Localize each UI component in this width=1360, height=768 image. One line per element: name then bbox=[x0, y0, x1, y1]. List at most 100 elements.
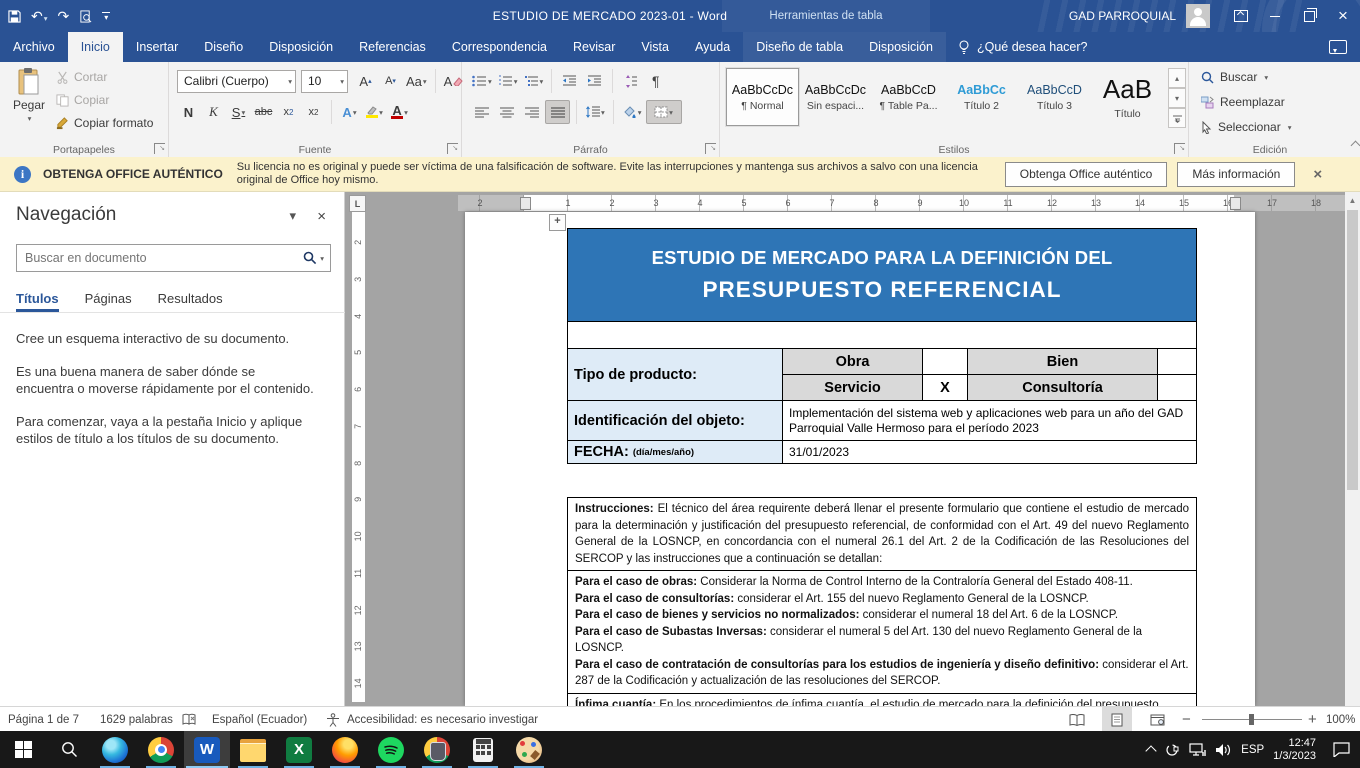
tab-referencias[interactable]: Referencias bbox=[346, 32, 439, 62]
cut-button[interactable]: Cortar bbox=[56, 70, 107, 84]
style-titulo[interactable]: AaBTítulo bbox=[1091, 68, 1164, 126]
taskbar-paint[interactable] bbox=[506, 731, 552, 768]
pane-options-chevron-icon[interactable]: ▾ bbox=[289, 208, 296, 224]
grow-font-button[interactable]: A▴ bbox=[354, 70, 377, 92]
accessibility-icon[interactable] bbox=[326, 707, 340, 732]
zoom-in-button[interactable]: + bbox=[1308, 707, 1317, 732]
fecha-value-cell[interactable]: 31/01/2023 bbox=[782, 440, 1197, 464]
styles-more-button[interactable] bbox=[1168, 108, 1186, 128]
proofing-icon[interactable] bbox=[182, 707, 197, 732]
style-titulo-2[interactable]: AaBbCcTítulo 2 bbox=[945, 68, 1018, 126]
taskbar-search-button[interactable] bbox=[46, 731, 92, 768]
decrease-indent-button[interactable] bbox=[558, 70, 581, 92]
tab-revisar[interactable]: Revisar bbox=[560, 32, 628, 62]
line-spacing-button[interactable]: ▾ bbox=[583, 101, 607, 123]
tab-disposicion-tabla[interactable]: Disposición bbox=[856, 32, 946, 62]
underline-button[interactable]: S▾ bbox=[227, 101, 250, 123]
language-indicator[interactable]: Español (Ecuador) bbox=[212, 707, 307, 732]
tab-correspondencia[interactable]: Correspondencia bbox=[439, 32, 560, 62]
undo-icon[interactable]: ↶▾ bbox=[31, 8, 48, 25]
tab-archivo[interactable]: Archivo bbox=[0, 32, 68, 62]
zoom-slider-thumb[interactable] bbox=[1249, 714, 1254, 725]
tab-insertar[interactable]: Insertar bbox=[123, 32, 191, 62]
minimize-button[interactable] bbox=[1258, 0, 1292, 32]
nav-tab-paginas[interactable]: Páginas bbox=[85, 284, 132, 312]
scrollbar-thumb[interactable] bbox=[1347, 210, 1358, 490]
style-table-paragraph[interactable]: AaBbCcD¶ Table Pa... bbox=[872, 68, 945, 126]
font-dialog-launcher[interactable]: ↘ bbox=[447, 143, 458, 154]
page-indicator[interactable]: Página 1 de 7 bbox=[8, 707, 79, 732]
search-options-chevron-icon[interactable]: ▾ bbox=[320, 254, 324, 263]
increase-indent-button[interactable] bbox=[583, 70, 606, 92]
tell-me-box[interactable]: ¿Qué desea hacer? bbox=[946, 32, 1100, 62]
borders-button[interactable]: ▾ bbox=[646, 100, 682, 124]
styles-scroll-up[interactable]: ▴ bbox=[1168, 68, 1186, 88]
get-genuine-office-button[interactable]: Obtenga Office auténtico bbox=[1005, 162, 1168, 187]
word-count[interactable]: 1629 palabras bbox=[100, 707, 173, 732]
document-search-box[interactable]: ▾ bbox=[16, 244, 331, 272]
multilevel-list-button[interactable]: ▾ bbox=[522, 70, 546, 92]
instructions-block[interactable]: Instrucciones: El técnico del área requi… bbox=[567, 497, 1197, 706]
ribbon-display-options-icon[interactable] bbox=[1224, 0, 1258, 32]
tab-stop-selector[interactable]: L bbox=[349, 195, 366, 212]
nav-tab-resultados[interactable]: Resultados bbox=[158, 284, 223, 312]
format-painter-button[interactable]: Copiar formato bbox=[56, 116, 153, 130]
taskbar-firefox[interactable] bbox=[322, 731, 368, 768]
shading-button[interactable]: ▾ bbox=[620, 101, 644, 123]
subscript-button[interactable]: x2 bbox=[277, 101, 300, 123]
tab-diseno[interactable]: Diseño bbox=[191, 32, 256, 62]
highlight-button[interactable]: ▾ bbox=[363, 101, 386, 123]
zoom-slider[interactable] bbox=[1194, 707, 1310, 732]
redo-icon[interactable]: ↷ bbox=[58, 8, 70, 25]
avatar[interactable] bbox=[1186, 4, 1210, 28]
customize-qat-icon[interactable]: ▾ bbox=[102, 12, 110, 20]
replace-button[interactable]: Reemplazar bbox=[1201, 95, 1285, 109]
shrink-font-button[interactable]: A▾ bbox=[379, 70, 402, 92]
objeto-value-cell[interactable]: Implementación del sistema web y aplicac… bbox=[782, 400, 1197, 441]
justify-button[interactable] bbox=[545, 100, 570, 124]
clipboard-dialog-launcher[interactable]: ↘ bbox=[154, 143, 165, 154]
comments-icon[interactable] bbox=[1316, 32, 1360, 62]
start-button[interactable] bbox=[0, 731, 46, 768]
align-right-button[interactable] bbox=[520, 101, 543, 123]
strikethrough-button[interactable]: abc bbox=[252, 101, 275, 123]
bold-button[interactable]: N bbox=[177, 101, 200, 123]
find-button[interactable]: Buscar▾ bbox=[1201, 70, 1268, 84]
tab-disposicion[interactable]: Disposición bbox=[256, 32, 346, 62]
styles-dialog-launcher[interactable]: ↘ bbox=[1174, 143, 1185, 154]
change-case-button[interactable]: Aa▾ bbox=[404, 70, 429, 92]
consultoria-check-cell[interactable] bbox=[1157, 374, 1197, 401]
horizontal-ruler[interactable]: 21123456789101112131415161718 bbox=[458, 195, 1348, 211]
font-size-combo[interactable]: 10▾ bbox=[301, 70, 348, 93]
collapse-ribbon-button[interactable] bbox=[1351, 62, 1360, 157]
tab-diseno-de-tabla[interactable]: Diseño de tabla bbox=[743, 32, 856, 62]
keyboard-language[interactable]: ESP bbox=[1241, 744, 1264, 756]
action-center-icon[interactable] bbox=[1333, 742, 1350, 757]
sort-button[interactable] bbox=[619, 70, 642, 92]
zoom-level[interactable]: 100% bbox=[1326, 707, 1355, 732]
italic-button[interactable]: K bbox=[202, 101, 225, 123]
bien-check-cell[interactable] bbox=[1157, 348, 1197, 375]
taskbar-edge[interactable] bbox=[92, 731, 138, 768]
tab-vista[interactable]: Vista bbox=[628, 32, 682, 62]
vertical-scrollbar[interactable]: ▲ bbox=[1345, 192, 1360, 706]
servicio-check-cell[interactable]: X bbox=[922, 374, 968, 401]
show-marks-button[interactable]: ¶ bbox=[644, 70, 667, 92]
account-name[interactable]: GAD PARROQUIAL bbox=[1069, 9, 1176, 23]
bullet-list-button[interactable]: ▾ bbox=[470, 70, 494, 92]
style-normal[interactable]: AaBbCcDc¶ Normal bbox=[726, 68, 799, 126]
network-tray-icon[interactable] bbox=[1189, 743, 1206, 757]
read-mode-button[interactable] bbox=[1062, 707, 1092, 732]
left-indent-marker[interactable] bbox=[520, 197, 531, 210]
save-icon[interactable] bbox=[8, 10, 21, 23]
superscript-button[interactable]: x2 bbox=[302, 101, 325, 123]
zoom-out-button[interactable]: − bbox=[1182, 707, 1191, 732]
select-button[interactable]: Seleccionar▾ bbox=[1201, 120, 1291, 134]
paste-button[interactable]: Pegar ▾ bbox=[8, 68, 50, 140]
taskbar-file-explorer[interactable] bbox=[230, 731, 276, 768]
print-layout-button[interactable] bbox=[1102, 707, 1132, 732]
table-move-handle[interactable]: + bbox=[549, 214, 566, 231]
tray-expand-icon[interactable] bbox=[1145, 745, 1156, 756]
style-sin-espaciado[interactable]: AaBbCcDcSin espaci... bbox=[799, 68, 872, 126]
align-left-button[interactable] bbox=[470, 101, 493, 123]
